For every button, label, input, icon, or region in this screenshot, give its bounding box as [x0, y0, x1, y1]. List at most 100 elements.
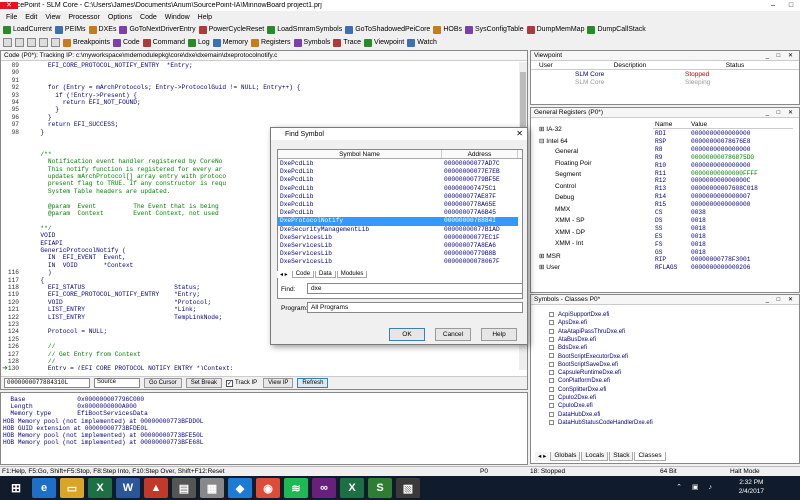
- ie-icon[interactable]: e: [32, 478, 56, 498]
- vp-row[interactable]: SLM Core Sleeping: [575, 79, 795, 87]
- register-row[interactable]: ES 0018: [653, 233, 793, 241]
- tab-modules[interactable]: Modules: [336, 271, 368, 278]
- register-value[interactable]: 0018: [691, 225, 791, 233]
- symbol-item[interactable]: ApsDxe.efi: [549, 319, 587, 327]
- register-row[interactable]: GS 0018: [653, 249, 793, 257]
- symbol-item[interactable]: DataHubDxe.efi: [549, 411, 600, 419]
- register-value[interactable]: 0018: [691, 217, 791, 225]
- code-line[interactable]: 93 if (!Entry->Present) {: [1, 92, 521, 99]
- toolbar-macro-button[interactable]: LoadSmramSymbols: [267, 25, 342, 34]
- code-line[interactable]: 91: [1, 77, 521, 84]
- register-value[interactable]: 0018: [691, 233, 791, 241]
- symbol-item[interactable]: CpuIo2Dxe.efi: [549, 394, 596, 402]
- toolbar-macro-button[interactable]: PowerCycleReset: [198, 25, 264, 34]
- menu-view[interactable]: View: [42, 14, 65, 21]
- register-value[interactable]: 000000000000000C: [691, 177, 791, 185]
- symbol-result-row[interactable]: DxeSecurityManagementLib 00000000077B1AD: [278, 226, 518, 234]
- symbol-result-row[interactable]: DxePcdLib 00000000077E7EB: [278, 168, 518, 176]
- app-icon[interactable]: ▦: [200, 478, 224, 498]
- symbol-item[interactable]: AtaBusDxe.efi: [549, 336, 596, 344]
- symbol-expand-icon[interactable]: [549, 419, 554, 425]
- symbol-result-row[interactable]: DxeServicesLib 00000000078067F: [278, 258, 518, 266]
- register-value[interactable]: 00000000007608C018: [691, 185, 791, 193]
- close-button[interactable]: ✕: [0, 1, 18, 10]
- symbol-expand-icon[interactable]: [549, 320, 554, 326]
- app-icon[interactable]: ▤: [172, 478, 196, 498]
- toolbar-view-symbols[interactable]: Symbols: [293, 38, 330, 47]
- panel-controls[interactable]: _ □ ✕: [766, 52, 796, 59]
- register-row[interactable]: R12 000000000000000C: [653, 177, 793, 185]
- toolbar-view-viewpoint[interactable]: Viewpoint: [364, 38, 404, 47]
- symbol-expand-icon[interactable]: [549, 386, 554, 392]
- toolbar-icon[interactable]: [3, 38, 12, 47]
- col-symbol-name[interactable]: Symbol Name: [278, 150, 442, 158]
- toolbar-icon[interactable]: [39, 38, 48, 47]
- track-ip-checkbox[interactable]: ✓: [226, 379, 234, 387]
- symbol-expand-icon[interactable]: [549, 394, 554, 400]
- toolbar-macro-button[interactable]: DumpCallStack: [587, 25, 646, 34]
- menu-window[interactable]: Window: [162, 14, 195, 21]
- toolbar-macro-button[interactable]: GoToNextDriverEntry: [119, 25, 196, 34]
- register-value[interactable]: 0000000000000000: [691, 201, 791, 209]
- tab-code[interactable]: Code: [291, 271, 315, 278]
- register-row[interactable]: RSP 00000000078676E8: [653, 138, 793, 146]
- symbol-expand-icon[interactable]: [549, 336, 554, 342]
- register-value[interactable]: 0000000000000007: [691, 193, 791, 201]
- toolbar-view-code[interactable]: Code: [112, 38, 140, 47]
- register-row[interactable]: R8 0000000000000000: [653, 146, 793, 154]
- address-input[interactable]: 0000000077884310L: [4, 378, 90, 388]
- code-line[interactable]: 92 for (Entry = mArchProtocols; Entry->P…: [1, 84, 521, 91]
- symbol-item[interactable]: CpuIoDxe.efi: [549, 402, 593, 410]
- word-icon[interactable]: W: [116, 478, 140, 498]
- minimize-button[interactable]: –: [764, 2, 782, 9]
- toolbar-macro-button[interactable]: DumpMemMap: [526, 25, 584, 34]
- register-value[interactable]: 000000000786875D0: [691, 154, 791, 162]
- tree-item[interactable]: XMM - DP: [555, 229, 585, 236]
- register-row[interactable]: R13 00000000007608C018: [653, 185, 793, 193]
- symbol-expand-icon[interactable]: [549, 353, 554, 359]
- register-value[interactable]: 0018: [691, 241, 791, 249]
- tab-globals[interactable]: Globals: [550, 452, 581, 461]
- tree-item[interactable]: Floating Poir: [555, 160, 592, 167]
- chrome-icon[interactable]: ◉: [256, 478, 280, 498]
- symbol-expand-icon[interactable]: [549, 411, 554, 417]
- toolbar-macro-button[interactable]: LoadCurrent: [3, 25, 52, 34]
- source-select[interactable]: Source: [94, 378, 140, 388]
- register-value[interactable]: 0000000000000000: [691, 130, 791, 138]
- view-ip-button[interactable]: View IP: [263, 378, 294, 388]
- code-line[interactable]: 89 EFI_CORE_PROTOCOL_NOTIFY_ENTRY *Entry…: [1, 62, 521, 69]
- symbol-item[interactable]: AtaAtapiPassThruDxe.efi: [549, 328, 625, 336]
- spotify-icon[interactable]: ≋: [284, 478, 308, 498]
- tree-item[interactable]: Segment: [555, 171, 581, 178]
- symbol-result-row[interactable]: DxeServicesLib 00000000077EC1F: [278, 234, 518, 242]
- excel-icon[interactable]: X: [340, 478, 364, 498]
- tree-item[interactable]: XMM - SP: [555, 217, 585, 224]
- register-value[interactable]: 0000000000000000: [691, 162, 791, 170]
- code-line[interactable]: 94 return EFI_NOT_FOUND;: [1, 99, 521, 106]
- program-select[interactable]: All Programs: [307, 302, 523, 313]
- toolbar-macro-button[interactable]: PEIMs: [54, 25, 86, 34]
- tab-nav-arrows-icon[interactable]: ◂ ▸: [535, 452, 550, 461]
- ok-button[interactable]: OK: [389, 328, 425, 341]
- register-value[interactable]: 0000000000000206: [691, 264, 791, 272]
- symbol-item[interactable]: BootScriptSaveDxe.efi: [549, 361, 618, 369]
- toolbar-view-breakpoints[interactable]: Breakpoints: [63, 38, 110, 47]
- register-row[interactable]: FS 0018: [653, 241, 793, 249]
- folder-icon[interactable]: ▭: [60, 478, 84, 498]
- code-line[interactable]: 90: [1, 69, 521, 76]
- register-row[interactable]: R11 00000000000000FFFF: [653, 170, 793, 178]
- tree-item[interactable]: XMM - Int: [555, 240, 583, 247]
- symbol-result-row[interactable]: DxePcdLib 000000007475C1: [278, 185, 518, 193]
- tab-classes[interactable]: Classes: [634, 452, 666, 461]
- symbol-item[interactable]: AcpiSupportDxe.efi: [549, 311, 609, 319]
- toolbar-view-command[interactable]: Command: [142, 38, 185, 47]
- register-value[interactable]: 0038: [691, 209, 791, 217]
- app-icon[interactable]: ▧: [396, 478, 420, 498]
- code-line[interactable]: 96 }: [1, 114, 521, 121]
- register-value[interactable]: 00000000000000FFFF: [691, 170, 791, 178]
- menu-file[interactable]: File: [3, 14, 22, 21]
- toolbar-view-trace[interactable]: Trace: [333, 38, 361, 47]
- tree-item[interactable]: Debug: [555, 194, 574, 201]
- toolbar-view-log[interactable]: Log: [188, 38, 210, 47]
- symbol-expand-icon[interactable]: [549, 378, 554, 384]
